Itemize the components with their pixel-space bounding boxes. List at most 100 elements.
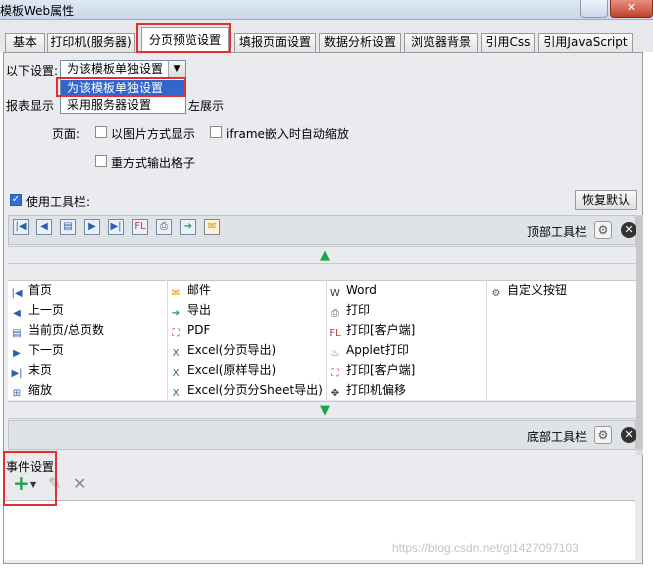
applet-icon: ♨ <box>330 348 340 359</box>
page-number-icon: ▤ <box>12 328 22 339</box>
tab-basic[interactable]: 基本 <box>5 33 45 52</box>
tab-javascript[interactable]: 引用JavaScript <box>538 33 633 52</box>
pdf-icon: ⛶ <box>172 328 180 339</box>
settings-mode-label: 以下设置: <box>6 64 59 78</box>
first-page-icon[interactable]: |◀ <box>13 219 29 235</box>
image-mode-checkbox[interactable] <box>95 126 107 138</box>
grid-divider <box>326 280 327 400</box>
top-toolbar: |◀ ◀ ▤ ▶ ▶| FL ⎙ ➔ ✉ 顶部工具栏 ⚙ ✕ <box>8 215 637 245</box>
dropdown-option-server[interactable]: 采用服务器设置 <box>61 97 185 114</box>
export-icon[interactable]: ➔ <box>180 219 196 235</box>
grid-divider <box>486 280 487 400</box>
list-item[interactable]: ✉ 邮件 <box>169 280 211 300</box>
list-item[interactable]: X Excel(分页分Sheet导出) <box>169 380 323 400</box>
list-item[interactable]: X Excel(原样导出) <box>169 360 277 380</box>
list-item[interactable]: X Excel(分页导出) <box>169 340 277 360</box>
grid-divider <box>167 280 168 400</box>
bottom-toolbar-label: 底部工具栏 <box>527 430 588 444</box>
print-icon[interactable]: ⎙ <box>156 219 172 235</box>
list-item[interactable]: ♨ Applet打印 <box>328 340 409 360</box>
arrow-down-icon[interactable]: ▼ <box>320 403 330 418</box>
move-icon: ✥ <box>330 388 340 399</box>
select-value: 为该模板单独设置 <box>67 62 164 76</box>
first-page-icon: |◀ <box>11 288 23 299</box>
tab-browser-background[interactable]: 浏览器背景 <box>404 33 478 52</box>
last-page-icon: ▶| <box>11 368 23 379</box>
list-item[interactable]: ➔ 导出 <box>169 300 211 320</box>
list-item[interactable]: ⎙ 打印 <box>328 300 370 320</box>
tab-data-analysis[interactable]: 数据分析设置 <box>319 33 401 52</box>
email-icon: ✉ <box>171 288 181 299</box>
bottom-toolbar: 底部工具栏 ⚙ ✕ <box>8 420 637 450</box>
scrollbar-thumb[interactable] <box>636 215 643 450</box>
report-display-label: 报表显示 <box>6 99 55 113</box>
image-mode-label: 以图片方式显示 <box>111 127 196 141</box>
iframe-scale-checkbox[interactable] <box>210 126 222 138</box>
close-icon[interactable]: ✕ <box>621 222 637 238</box>
list-item[interactable]: ⛶ PDF <box>169 320 211 340</box>
word-icon: W <box>330 288 340 299</box>
tab-fill-page[interactable]: 填报页面设置 <box>234 33 316 52</box>
list-item[interactable]: ⚙ 自定义按钮 <box>489 280 568 300</box>
excel-icon: X <box>172 388 180 399</box>
help-button[interactable] <box>580 0 608 18</box>
tab-paging-preview[interactable]: 分页预览设置 <box>141 27 229 53</box>
list-item[interactable]: ✥ 打印机偏移 <box>328 380 406 400</box>
flash-print-icon[interactable]: FL <box>132 219 148 235</box>
list-item[interactable]: ▶ 下一页 <box>10 340 64 360</box>
list-item[interactable]: FL 打印[客户端] <box>328 320 415 340</box>
email-icon[interactable]: ✉ <box>204 219 220 235</box>
watermark: https://blog.csdn.net/gl1427097103 <box>392 541 579 555</box>
tab-css[interactable]: 引用Css <box>481 33 535 52</box>
chevron-down-icon[interactable]: ▼ <box>30 480 36 489</box>
top-toolbar-label: 顶部工具栏 <box>527 225 588 239</box>
dropdown-option-template[interactable]: 为该模板单独设置 <box>61 80 185 97</box>
excel-icon: X <box>172 368 180 379</box>
excel-icon: X <box>172 348 180 359</box>
close-button[interactable]: ✕ <box>610 0 653 18</box>
list-item[interactable]: ⊞ 缩放 <box>10 380 52 400</box>
page-label: 页面: <box>52 127 81 141</box>
next-page-icon[interactable]: ▶ <box>84 219 100 235</box>
iframe-scale-label: iframe嵌入时自动缩放 <box>226 127 349 141</box>
gear-icon: ⚙ <box>491 288 501 299</box>
arrow-up-icon[interactable]: ▲ <box>320 248 330 263</box>
close-icon[interactable]: ✕ <box>621 427 637 443</box>
use-toolbar-label: 使用工具栏: <box>26 195 91 209</box>
next-page-icon: ▶ <box>13 348 21 359</box>
restore-default-button[interactable]: 恢复默认 <box>575 190 637 210</box>
export-icon: ➔ <box>171 308 181 319</box>
list-item[interactable]: |◀ 首页 <box>10 280 52 300</box>
tab-printer[interactable]: 打印机(服务器) <box>47 33 135 52</box>
flash-print-icon: FL <box>329 328 341 339</box>
report-display-suffix: 左展示 <box>188 99 225 113</box>
repeat-cells-checkbox[interactable] <box>95 155 107 167</box>
gear-icon[interactable]: ⚙ <box>594 221 612 239</box>
prev-page-icon: ◀ <box>13 308 21 319</box>
list-item[interactable]: ◀ 上一页 <box>10 300 64 320</box>
settings-mode-dropdown: 为该模板单独设置 采用服务器设置 <box>60 78 186 114</box>
list-item[interactable]: W Word <box>328 280 377 300</box>
window-title: 模板Web属性 <box>0 4 75 18</box>
settings-mode-select[interactable]: 为该模板单独设置 ▼ <box>60 60 186 78</box>
print-icon: ⎙ <box>331 308 339 319</box>
title-bar: 模板Web属性 ✕ <box>0 0 653 20</box>
add-icon[interactable]: + <box>13 473 30 493</box>
list-item[interactable]: ▤ 当前页/总页数 <box>10 320 104 340</box>
page-number-icon[interactable]: ▤ <box>60 219 76 235</box>
repeat-cells-label: 重方式输出格子 <box>111 156 196 170</box>
pdf-print-icon: ⛶ <box>331 368 339 379</box>
move-up-bar[interactable]: ▲ <box>8 246 636 264</box>
last-page-icon[interactable]: ▶| <box>108 219 124 235</box>
prev-page-icon[interactable]: ◀ <box>36 219 52 235</box>
edit-icon[interactable]: ✎ <box>48 474 61 493</box>
move-down-bar[interactable]: ▼ <box>8 401 636 419</box>
vertical-scrollbar[interactable] <box>636 215 643 455</box>
list-item[interactable]: ▶| 末页 <box>10 360 52 380</box>
delete-icon[interactable]: ✕ <box>73 474 86 493</box>
gear-icon[interactable]: ⚙ <box>594 426 612 444</box>
zoom-icon: ⊞ <box>12 388 22 399</box>
chevron-down-icon[interactable]: ▼ <box>168 61 185 77</box>
use-toolbar-checkbox[interactable]: ✓ <box>10 194 22 206</box>
list-item[interactable]: ⛶ 打印[客户端] <box>328 360 416 380</box>
